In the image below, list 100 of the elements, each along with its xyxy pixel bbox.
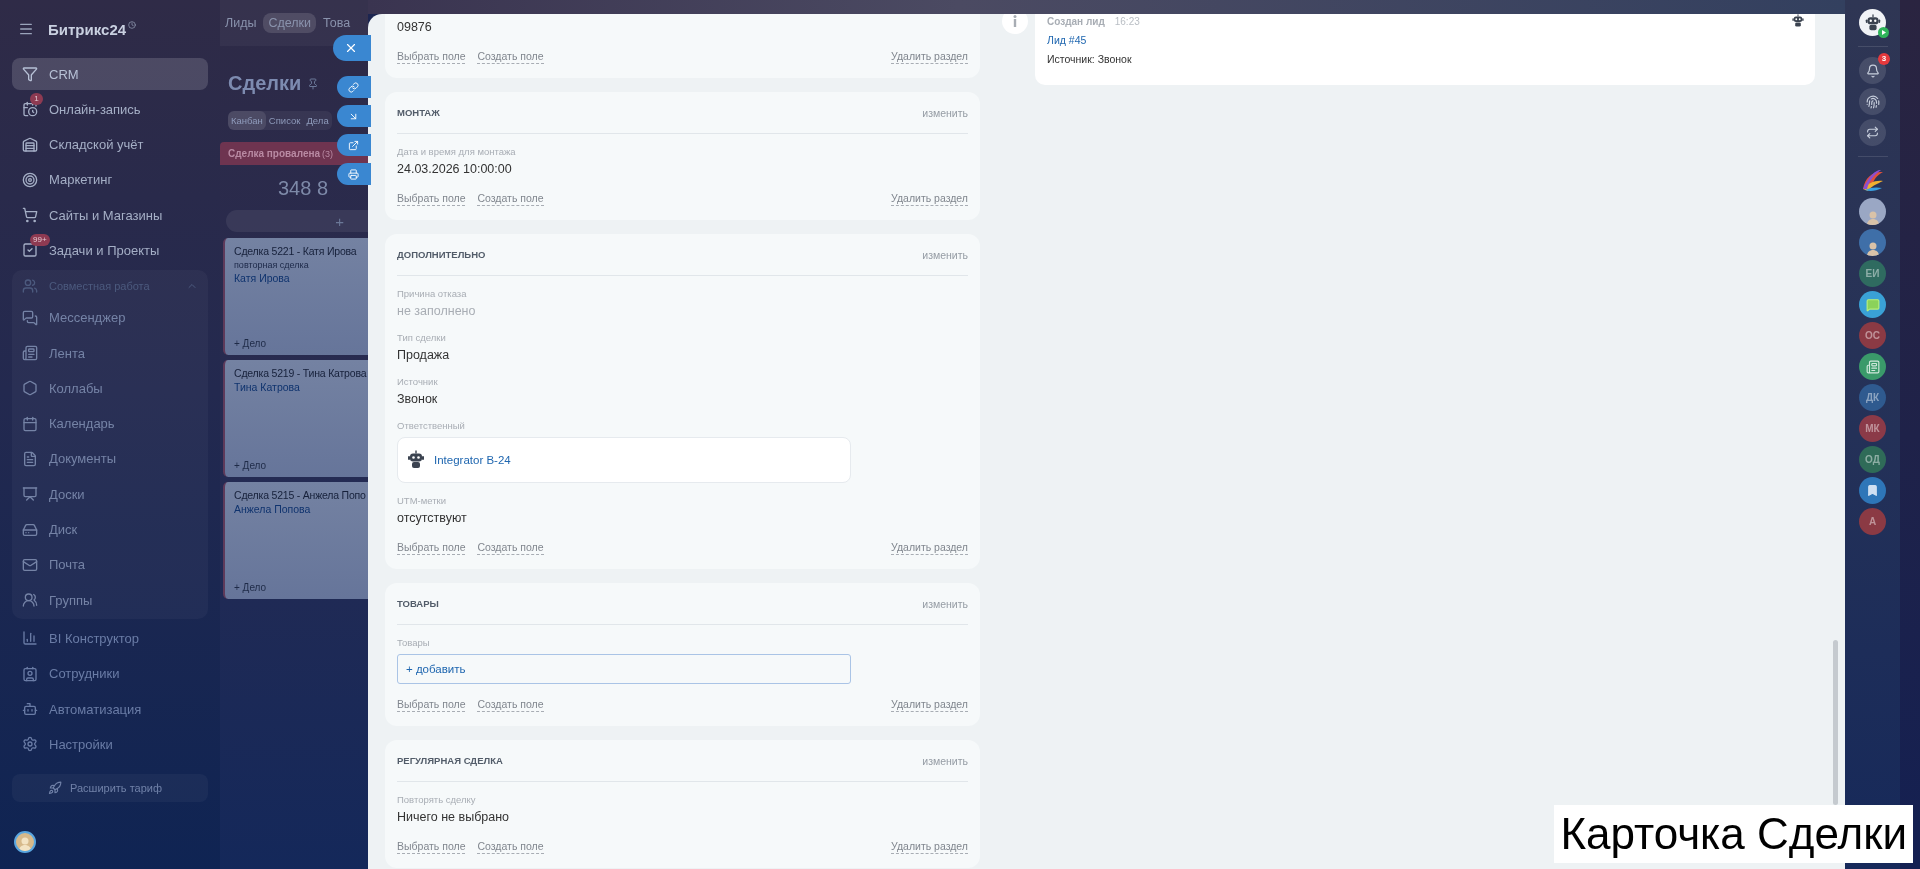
add-deal-button[interactable]: +: [226, 210, 368, 232]
view-tab[interactable]: Дела: [303, 111, 332, 130]
upgrade-button[interactable]: Расширить тариф: [12, 773, 208, 802]
drive-icon: [22, 521, 38, 538]
sidebar-item[interactable]: Маркетинг: [12, 163, 208, 196]
sidebar-item[interactable]: Задачи и Проекты 99+: [12, 234, 208, 267]
user-avatar[interactable]: [14, 831, 36, 853]
create-field-link[interactable]: Создать поле: [477, 698, 544, 712]
sidebar-item[interactable]: Доски: [12, 478, 208, 511]
add-product-button[interactable]: + добавить: [397, 654, 851, 684]
chat-avatar[interactable]: ДК: [1859, 384, 1886, 411]
add-activity-link[interactable]: + Дело: [234, 460, 368, 471]
create-field-link[interactable]: Создать поле: [477, 50, 544, 64]
field-value: не заполнено: [397, 303, 477, 320]
users-icon: [22, 592, 38, 609]
sidebar-item[interactable]: Коллабы: [12, 372, 208, 405]
edit-link[interactable]: изменить: [922, 106, 968, 119]
user-avatar[interactable]: [1859, 229, 1886, 256]
sidebar-item[interactable]: Почта: [12, 548, 208, 581]
deal-card[interactable]: Сделка 5221 - Катя Ирова повторная сделка Катя Ирова + Дело: [223, 238, 368, 355]
view-tab[interactable]: Список: [265, 111, 304, 130]
bookmark-icon[interactable]: [1859, 477, 1886, 504]
target-icon: [22, 171, 38, 188]
contact-link[interactable]: Анжела Попова: [234, 503, 368, 515]
sidebar-item[interactable]: BI Конструктор: [12, 622, 208, 655]
count-badge: 1: [30, 93, 43, 106]
choose-field-link[interactable]: Выбрать поле: [397, 541, 466, 555]
deal-card[interactable]: Сделка 5219 - Тина Катрова Тина Катрова + Дело: [223, 360, 368, 477]
deal-card[interactable]: Сделка 5215 - Анжела Попо Анжела Попова + Дело: [223, 482, 368, 599]
sidebar-item[interactable]: Настройки: [12, 728, 208, 761]
sidebar-item[interactable]: Лента: [12, 337, 208, 370]
top-tab[interactable]: Лиды: [220, 13, 262, 33]
contact-icon: [22, 665, 38, 682]
profile-avatar[interactable]: [1859, 9, 1886, 36]
sidebar-item[interactable]: Онлайн-запись 1: [12, 93, 208, 126]
choose-field-link[interactable]: Выбрать поле: [397, 192, 466, 206]
deal-note: повторная сделка: [234, 260, 310, 270]
sidebar-item[interactable]: Сотрудники: [12, 657, 208, 690]
scrollbar[interactable]: [1833, 640, 1838, 805]
close-button[interactable]: [333, 35, 371, 61]
minimize-button[interactable]: [337, 105, 371, 127]
field-value: Продажа: [397, 347, 451, 364]
add-activity-link[interactable]: + Дело: [234, 582, 368, 593]
calendar-icon: [22, 101, 38, 118]
user-link[interactable]: Integrator B-24: [434, 454, 511, 466]
settings-icon: [22, 736, 38, 753]
top-tab[interactable]: Това: [318, 13, 356, 33]
sidebar-item[interactable]: Документы: [12, 442, 208, 475]
edit-link[interactable]: изменить: [922, 754, 968, 767]
top-tab[interactable]: Сделки: [263, 13, 317, 33]
add-activity-link[interactable]: + Дело: [234, 338, 368, 349]
delete-section-link[interactable]: Удалить раздел: [891, 192, 968, 206]
menu-icon[interactable]: [18, 21, 34, 37]
chat-avatar[interactable]: МК: [1859, 415, 1886, 442]
sidebar-item[interactable]: Диск: [12, 513, 208, 546]
pin-icon[interactable]: [307, 77, 320, 90]
edit-link[interactable]: изменить: [922, 597, 968, 610]
delete-section-link[interactable]: Удалить раздел: [891, 50, 968, 64]
exchange-icon[interactable]: [1859, 119, 1886, 146]
sidebar-item[interactable]: Мессенджер: [12, 301, 208, 334]
chat-avatar[interactable]: ОД: [1859, 446, 1886, 473]
choose-field-link[interactable]: Выбрать поле: [397, 50, 466, 64]
section-title: РЕГУЛЯРНАЯ СДЕЛКА: [397, 755, 503, 766]
sidebar-item[interactable]: Календарь: [12, 407, 208, 440]
chat-avatar[interactable]: А: [1859, 508, 1886, 535]
chat-icon: [22, 309, 38, 326]
create-field-link[interactable]: Создать поле: [477, 192, 544, 206]
link-icon: [348, 81, 359, 93]
page-title: Сделки: [228, 72, 302, 95]
notification-count: 3: [1878, 53, 1890, 65]
view-tab[interactable]: Канбан: [228, 111, 266, 130]
contact-link[interactable]: Катя Ирова: [234, 272, 368, 284]
cart-icon: [22, 207, 38, 224]
newspaper-icon[interactable]: [1859, 353, 1886, 380]
open-in-new-button[interactable]: [337, 134, 371, 156]
delete-section-link[interactable]: Удалить раздел: [891, 541, 968, 555]
deal-title: Сделка 5215 - Анжела Попо: [234, 489, 367, 501]
sidebar-item[interactable]: Группы: [12, 584, 208, 617]
chat-avatar[interactable]: ОС: [1859, 322, 1886, 349]
create-field-link[interactable]: Создать поле: [477, 840, 544, 854]
user-avatar[interactable]: [1859, 198, 1886, 225]
sidebar-item[interactable]: Автоматизация: [12, 693, 208, 726]
print-button[interactable]: [337, 163, 371, 185]
fingerprint-icon[interactable]: [1859, 88, 1886, 115]
lead-link[interactable]: Лид #45: [1047, 34, 1803, 46]
delete-section-link[interactable]: Удалить раздел: [891, 840, 968, 854]
create-field-link[interactable]: Создать поле: [477, 541, 544, 555]
choose-field-link[interactable]: Выбрать поле: [397, 698, 466, 712]
sidebar-item[interactable]: Сайты и Магазины: [12, 199, 208, 232]
choose-field-link[interactable]: Выбрать поле: [397, 840, 466, 854]
sidebar-item[interactable]: CRM: [12, 58, 208, 90]
link-button[interactable]: [337, 76, 371, 98]
chat-avatar[interactable]: ЕИ: [1859, 260, 1886, 287]
chart-icon: [22, 630, 38, 647]
chat-bubble-icon[interactable]: [1859, 291, 1886, 318]
delete-section-link[interactable]: Удалить раздел: [891, 698, 968, 712]
contact-link[interactable]: Тина Катрова: [234, 381, 368, 393]
sidebar-item[interactable]: Складской учёт: [12, 128, 208, 161]
checkbox-icon: [22, 242, 38, 259]
edit-link[interactable]: изменить: [922, 248, 968, 261]
